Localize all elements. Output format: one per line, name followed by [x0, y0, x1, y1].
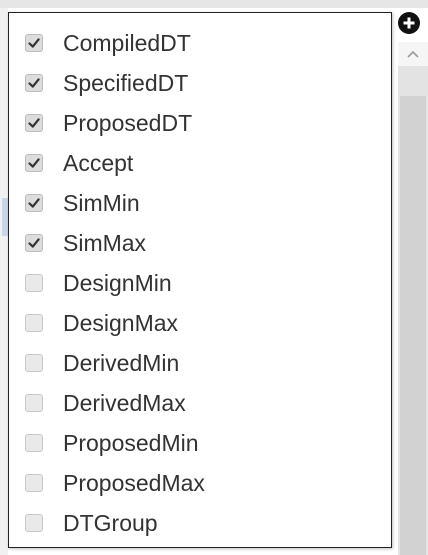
column-option[interactable]: ProposedMin: [9, 423, 391, 463]
check-icon: [28, 78, 40, 88]
checkbox-checked[interactable]: [25, 74, 43, 92]
column-option-label: ProposedDT: [63, 109, 193, 136]
column-option[interactable]: DesignMin: [9, 263, 391, 303]
column-option-label: SpecifiedDT: [63, 69, 189, 96]
plus-circle-icon: [403, 17, 415, 29]
checkbox-unchecked[interactable]: [25, 514, 43, 532]
checkbox-unchecked[interactable]: [25, 274, 43, 292]
check-icon: [28, 38, 40, 48]
checkbox-unchecked[interactable]: [25, 434, 43, 452]
scrollbar-thumb[interactable]: [400, 96, 426, 555]
background-left-edge: [0, 8, 8, 555]
column-option-label: ProposedMax: [63, 469, 205, 496]
check-icon: [28, 238, 40, 248]
checkbox-unchecked[interactable]: [25, 314, 43, 332]
column-option-label: DesignMin: [63, 269, 172, 296]
check-icon: [28, 198, 40, 208]
column-option[interactable]: CompiledDT: [9, 23, 391, 63]
add-column-button[interactable]: [398, 12, 420, 34]
column-option[interactable]: DerivedMin: [9, 343, 391, 383]
column-option[interactable]: Accept: [9, 143, 391, 183]
column-checkbox-list: CompiledDT SpecifiedDT ProposedDT Accept Sim…: [9, 23, 391, 543]
column-chooser-dropdown: CompiledDT SpecifiedDT ProposedDT Accept Sim…: [8, 12, 392, 548]
scroll-area: [396, 12, 428, 555]
check-icon: [28, 158, 40, 168]
column-option[interactable]: SimMax: [9, 223, 391, 263]
column-option-label: DerivedMax: [63, 389, 186, 416]
column-option-label: DesignMax: [63, 309, 179, 336]
column-option-label: DerivedMin: [63, 349, 180, 376]
column-option-label: ProposedMin: [63, 429, 199, 456]
column-option[interactable]: DerivedMax: [9, 383, 391, 423]
column-option[interactable]: DesignMax: [9, 303, 391, 343]
column-option[interactable]: ProposedMax: [9, 463, 391, 503]
checkbox-checked[interactable]: [25, 34, 43, 52]
column-option-label: SimMax: [63, 229, 147, 256]
column-option[interactable]: DTGroup: [9, 503, 391, 543]
scroll-up-button[interactable]: [398, 42, 428, 66]
column-option-label: Accept: [63, 149, 134, 176]
checkbox-unchecked[interactable]: [25, 474, 43, 492]
checkbox-checked[interactable]: [25, 194, 43, 212]
checkbox-checked[interactable]: [25, 154, 43, 172]
column-option-label: CompiledDT: [63, 29, 191, 56]
checkbox-unchecked[interactable]: [25, 354, 43, 372]
column-option[interactable]: SpecifiedDT: [9, 63, 391, 103]
checkbox-checked[interactable]: [25, 114, 43, 132]
column-option-label: SimMin: [63, 189, 140, 216]
checkbox-unchecked[interactable]: [25, 394, 43, 412]
checkbox-checked[interactable]: [25, 234, 43, 252]
chevron-up-icon: [407, 50, 419, 58]
check-icon: [28, 118, 40, 128]
background-toolbar-edge: [0, 0, 428, 8]
column-option[interactable]: SimMin: [9, 183, 391, 223]
column-option-label: DTGroup: [63, 509, 158, 536]
column-option[interactable]: ProposedDT: [9, 103, 391, 143]
